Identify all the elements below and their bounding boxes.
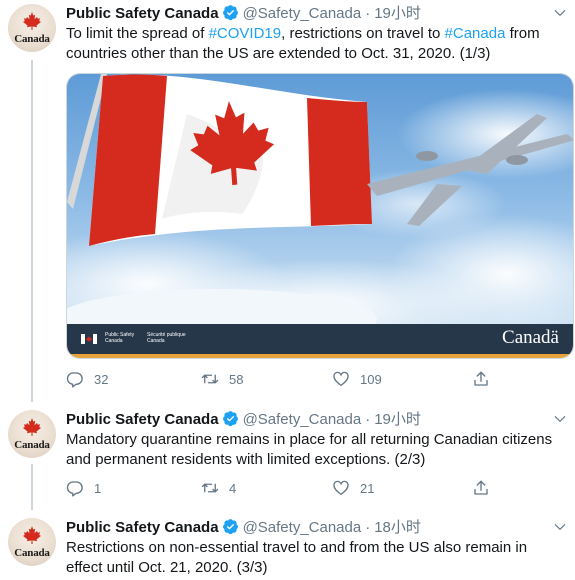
tweet-1[interactable]: Canada Public Safety Canada @Safety_Canad… — [0, 0, 575, 400]
verified-badge-icon — [222, 410, 239, 427]
tweet-2[interactable]: Canada Public Safety Canada @Safety_Canad… — [0, 406, 575, 508]
author-name[interactable]: Public Safety Canada — [66, 519, 219, 536]
tweet-header: Public Safety Canada @Safety_Canada · 18小时 — [66, 518, 421, 538]
retweet-count: 58 — [229, 371, 244, 387]
tweet-header: Public Safety Canada @Safety_Canada · 19小时 — [66, 410, 421, 430]
author-handle[interactable]: @Safety_Canada — [243, 519, 362, 536]
chevron-down-icon[interactable] — [553, 6, 567, 20]
avatar-wordmark: Canada — [14, 547, 50, 559]
timestamp[interactable]: 18小时 — [374, 519, 421, 536]
banner-org-fr: Sécurité publique Canada — [147, 332, 186, 344]
tweet-actions: 32 58 109 — [66, 369, 516, 389]
author-handle[interactable]: @Safety_Canada — [243, 5, 362, 22]
avatar[interactable]: Canada — [8, 410, 56, 458]
author-handle[interactable]: @Safety_Canada — [243, 411, 362, 428]
like-count: 21 — [360, 480, 375, 496]
tweet-text: To limit the spread of #COVID19, restric… — [66, 24, 566, 64]
avatar[interactable]: Canada — [8, 518, 56, 566]
flag-airplane-image — [67, 74, 573, 358]
retweet-icon — [201, 479, 219, 497]
chevron-down-icon[interactable] — [553, 520, 567, 534]
avatar[interactable]: Canada — [8, 4, 56, 52]
tweet-text: Restrictions on non-essential travel to … — [66, 539, 528, 576]
separator-dot: · — [365, 519, 371, 536]
maple-leaf-icon — [23, 418, 41, 436]
tweet-text: Mandatory quarantine remains in place fo… — [66, 431, 553, 468]
like-icon — [332, 370, 350, 388]
hashtag-link[interactable]: #COVID19 — [209, 25, 282, 42]
maple-leaf-icon — [23, 526, 41, 544]
separator-dot: · — [365, 5, 371, 22]
share-button[interactable] — [472, 369, 500, 389]
maple-leaf-icon — [23, 12, 41, 30]
avatar-wordmark: Canada — [14, 439, 50, 451]
author-name[interactable]: Public Safety Canada — [66, 5, 219, 22]
text-segment: , restrictions on travel to — [281, 25, 445, 42]
share-button[interactable] — [472, 478, 500, 498]
share-icon — [472, 370, 490, 388]
retweet-count: 4 — [229, 480, 237, 496]
timestamp[interactable]: 19小时 — [374, 411, 421, 428]
verified-badge-icon — [222, 4, 239, 21]
verified-badge-icon — [222, 518, 239, 535]
retweet-button[interactable]: 58 — [201, 369, 243, 389]
tweet-actions: 1 4 21 — [66, 478, 516, 498]
hashtag-link[interactable]: #Canada — [445, 25, 506, 42]
chevron-down-icon[interactable] — [553, 412, 567, 426]
separator-dot: · — [365, 411, 371, 428]
tweet-image[interactable]: Public Safety Canada Sécurité publique C… — [66, 73, 574, 359]
avatar-wordmark: Canada — [14, 33, 50, 45]
retweet-button[interactable]: 4 — [201, 478, 236, 498]
canada-wordmark: Canadä — [502, 327, 559, 348]
like-count: 109 — [360, 371, 382, 387]
reply-button[interactable]: 1 — [66, 478, 101, 498]
like-icon — [332, 479, 350, 497]
reply-icon — [66, 370, 84, 388]
reply-button[interactable]: 32 — [66, 369, 108, 389]
reply-count: 32 — [94, 371, 109, 387]
author-name[interactable]: Public Safety Canada — [66, 411, 219, 428]
like-button[interactable]: 21 — [332, 478, 374, 498]
like-button[interactable]: 109 — [332, 369, 382, 389]
retweet-icon — [201, 370, 219, 388]
timestamp[interactable]: 19小时 — [374, 5, 421, 22]
reply-count: 1 — [94, 480, 102, 496]
tweet-header: Public Safety Canada @Safety_Canada · 19小时 — [66, 4, 421, 24]
reply-icon — [66, 479, 84, 497]
tweet-3[interactable]: Canada Public Safety Canada @Safety_Canad… — [0, 514, 575, 580]
text-segment: To limit the spread of — [66, 25, 209, 42]
banner-org-en: Public Safety Canada — [105, 332, 135, 344]
share-icon — [472, 479, 490, 497]
